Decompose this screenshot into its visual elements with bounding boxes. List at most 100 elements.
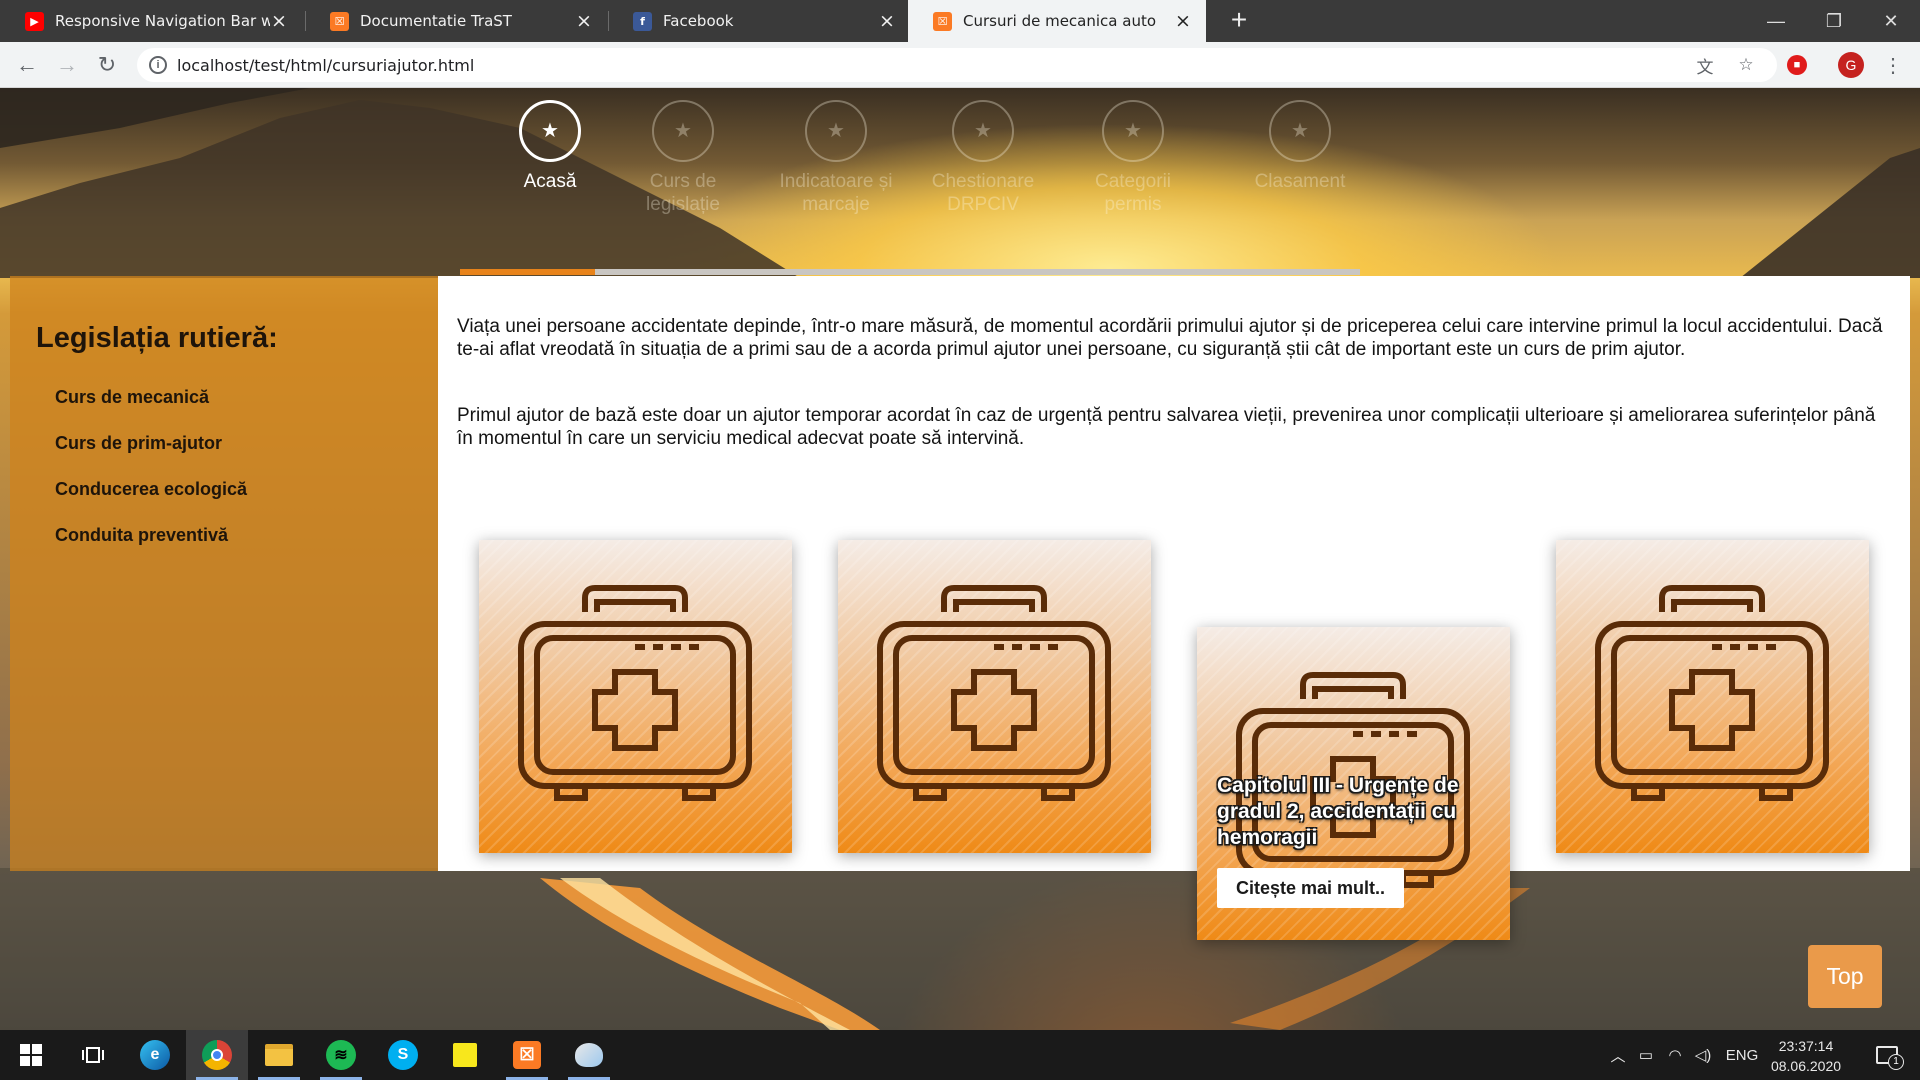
page-viewport: ★ Acasă ★ Curs de legislație ★ Indicatoa… bbox=[0, 88, 1920, 1030]
taskbar-file-explorer[interactable] bbox=[248, 1030, 310, 1080]
task-view-icon bbox=[82, 1047, 104, 1063]
nav-item-indicatoare[interactable]: ★ Indicatoare și marcaje bbox=[775, 100, 897, 216]
tab-title: Facebook bbox=[663, 12, 734, 30]
course-card-hovered[interactable]: Capitolul III - Urgențe de gradul 2, acc… bbox=[1197, 627, 1510, 940]
windows-taskbar: e ≋ S ☒ ︿ ▭ ◠ ◁) ENG 23:37:14 08.06.2020… bbox=[0, 1030, 1920, 1080]
back-button[interactable]: ← bbox=[12, 50, 42, 80]
facebook-icon: f bbox=[633, 11, 652, 31]
url-text: localhost/test/html/cursuriajutor.html bbox=[177, 56, 475, 75]
first-aid-kit-icon bbox=[518, 585, 752, 801]
notification-icon: 1 bbox=[1876, 1046, 1904, 1070]
star-icon: ★ bbox=[952, 100, 1014, 162]
star-icon: ★ bbox=[1269, 100, 1331, 162]
tab-title: Documentatie TraST bbox=[360, 12, 512, 30]
card-title: Capitolul III - Urgențe de gradul 2, acc… bbox=[1217, 774, 1459, 849]
adblock-icon[interactable]: ■ bbox=[1784, 52, 1810, 78]
sidebar-link-conduita-preventiva[interactable]: Conduita preventivă bbox=[55, 525, 228, 546]
restore-button[interactable]: ❐ bbox=[1805, 0, 1863, 42]
chrome-icon bbox=[202, 1040, 232, 1070]
youtube-icon: ▶ bbox=[25, 11, 44, 31]
intro-paragraph: Viața unei persoane accidentate depinde,… bbox=[457, 316, 1883, 360]
star-icon: ★ bbox=[805, 100, 867, 162]
course-card[interactable] bbox=[1556, 540, 1869, 853]
taskbar-paint[interactable] bbox=[558, 1030, 620, 1080]
taskbar-sticky-notes[interactable] bbox=[434, 1030, 496, 1080]
course-card[interactable] bbox=[479, 540, 792, 853]
reload-button[interactable]: ↻ bbox=[92, 50, 122, 80]
read-more-button[interactable]: Citește mai mult.. bbox=[1217, 868, 1405, 908]
nav-label: Curs de legislație bbox=[646, 171, 720, 215]
nav-label: Indicatoare și marcaje bbox=[779, 171, 893, 215]
close-window-button[interactable]: ✕ bbox=[1862, 0, 1920, 42]
taskbar-xampp[interactable]: ☒ bbox=[496, 1030, 558, 1080]
task-view-button[interactable] bbox=[62, 1030, 124, 1080]
star-icon: ★ bbox=[652, 100, 714, 162]
nav-label: Acasă bbox=[523, 171, 577, 192]
edge-icon: e bbox=[140, 1040, 170, 1070]
sticky-notes-icon bbox=[453, 1043, 477, 1067]
notification-center-button[interactable]: 1 bbox=[1862, 1030, 1912, 1080]
sidebar: Legislația rutieră: Curs de mecanică Cur… bbox=[10, 276, 438, 871]
taskbar-spotify[interactable]: ≋ bbox=[310, 1030, 372, 1080]
start-button[interactable] bbox=[0, 1030, 62, 1080]
xampp-icon: ☒ bbox=[330, 11, 349, 31]
sidebar-link-curs-prim-ajutor[interactable]: Curs de prim-ajutor bbox=[55, 433, 222, 454]
first-aid-kit-icon bbox=[877, 585, 1111, 801]
taskbar-chrome[interactable] bbox=[186, 1030, 248, 1080]
nav-item-acasa[interactable]: ★ Acasă bbox=[475, 100, 625, 193]
course-card[interactable] bbox=[838, 540, 1151, 853]
xampp-icon: ☒ bbox=[513, 1041, 541, 1069]
file-explorer-icon bbox=[265, 1044, 293, 1066]
sidebar-link-curs-mecanica[interactable]: Curs de mecanică bbox=[55, 387, 209, 408]
nav-item-curs-legislatie[interactable]: ★ Curs de legislație bbox=[625, 100, 741, 216]
sidebar-title: Legislația rutieră: bbox=[36, 322, 278, 354]
system-tray: ︿ ▭ ◠ ◁) ENG bbox=[1605, 1030, 1767, 1080]
sidebar-link-conducerea-ecologica[interactable]: Conducerea ecologică bbox=[55, 479, 247, 500]
info-icon[interactable]: i bbox=[149, 56, 167, 74]
wifi-icon[interactable]: ◠ bbox=[1661, 1046, 1689, 1064]
first-aid-kit-icon bbox=[1595, 585, 1829, 801]
taskbar-skype[interactable]: S bbox=[372, 1030, 434, 1080]
volume-icon[interactable]: ◁) bbox=[1689, 1046, 1717, 1064]
minimize-button[interactable]: — bbox=[1747, 0, 1805, 42]
close-icon[interactable]: × bbox=[878, 12, 896, 31]
chevron-up-icon[interactable]: ︿ bbox=[1605, 1045, 1631, 1066]
translate-icon[interactable]: 文 bbox=[1692, 52, 1718, 78]
first-aid-paragraph: Primul ajutor de bază este doar un ajuto… bbox=[457, 405, 1876, 449]
tab-cursuri[interactable]: ☒ Cursuri de mecanica auto × bbox=[908, 0, 1206, 42]
close-icon[interactable]: × bbox=[575, 12, 593, 31]
profile-avatar[interactable]: G bbox=[1838, 52, 1864, 78]
menu-icon[interactable]: ⋮ bbox=[1880, 52, 1906, 78]
spotify-icon: ≋ bbox=[326, 1040, 356, 1070]
tab-facebook[interactable]: f Facebook × bbox=[608, 0, 910, 42]
nav-item-categorii-permis[interactable]: ★ Categorii permis bbox=[1075, 100, 1191, 216]
skype-icon: S bbox=[388, 1040, 418, 1070]
notification-count: 1 bbox=[1888, 1054, 1904, 1070]
nav-label: Chestionare DRPCIV bbox=[931, 171, 1035, 215]
nav-label: Categorii permis bbox=[1094, 171, 1172, 215]
tab-title: Cursuri de mecanica auto bbox=[963, 12, 1157, 30]
url-field[interactable]: i localhost/test/html/cursuriajutor.html… bbox=[137, 48, 1777, 82]
new-tab-button[interactable]: + bbox=[1222, 4, 1256, 38]
forward-button[interactable]: → bbox=[52, 50, 82, 80]
nav-item-clasament[interactable]: ★ Clasament bbox=[1225, 100, 1375, 193]
language-indicator[interactable]: ENG bbox=[1717, 1047, 1767, 1064]
nav-item-chestionare[interactable]: ★ Chestionare DRPCIV bbox=[925, 100, 1041, 216]
nav-indicator-track bbox=[460, 269, 1360, 275]
close-icon[interactable]: × bbox=[270, 12, 288, 31]
clock[interactable]: 23:37:14 08.06.2020 bbox=[1762, 1036, 1850, 1076]
star-icon: ★ bbox=[519, 100, 581, 162]
clock-date: 08.06.2020 bbox=[1770, 1058, 1842, 1074]
tab-title: Responsive Navigation Bar with H bbox=[55, 12, 270, 30]
taskbar-edge[interactable]: e bbox=[124, 1030, 186, 1080]
tab-documentatie[interactable]: ☒ Documentatie TraST × bbox=[305, 0, 607, 42]
battery-icon[interactable]: ▭ bbox=[1631, 1046, 1661, 1064]
back-to-top-button[interactable]: Top bbox=[1808, 945, 1882, 1008]
star-icon: ★ bbox=[1102, 100, 1164, 162]
nav-indicator-fill bbox=[460, 269, 595, 275]
close-icon[interactable]: × bbox=[1174, 12, 1192, 31]
tab-youtube[interactable]: ▶ Responsive Navigation Bar with H × bbox=[0, 0, 302, 42]
bookmark-star-icon[interactable]: ☆ bbox=[1733, 52, 1759, 78]
browser-tab-bar: ▶ Responsive Navigation Bar with H × ☒ D… bbox=[0, 0, 1920, 42]
paint-icon bbox=[575, 1043, 603, 1067]
